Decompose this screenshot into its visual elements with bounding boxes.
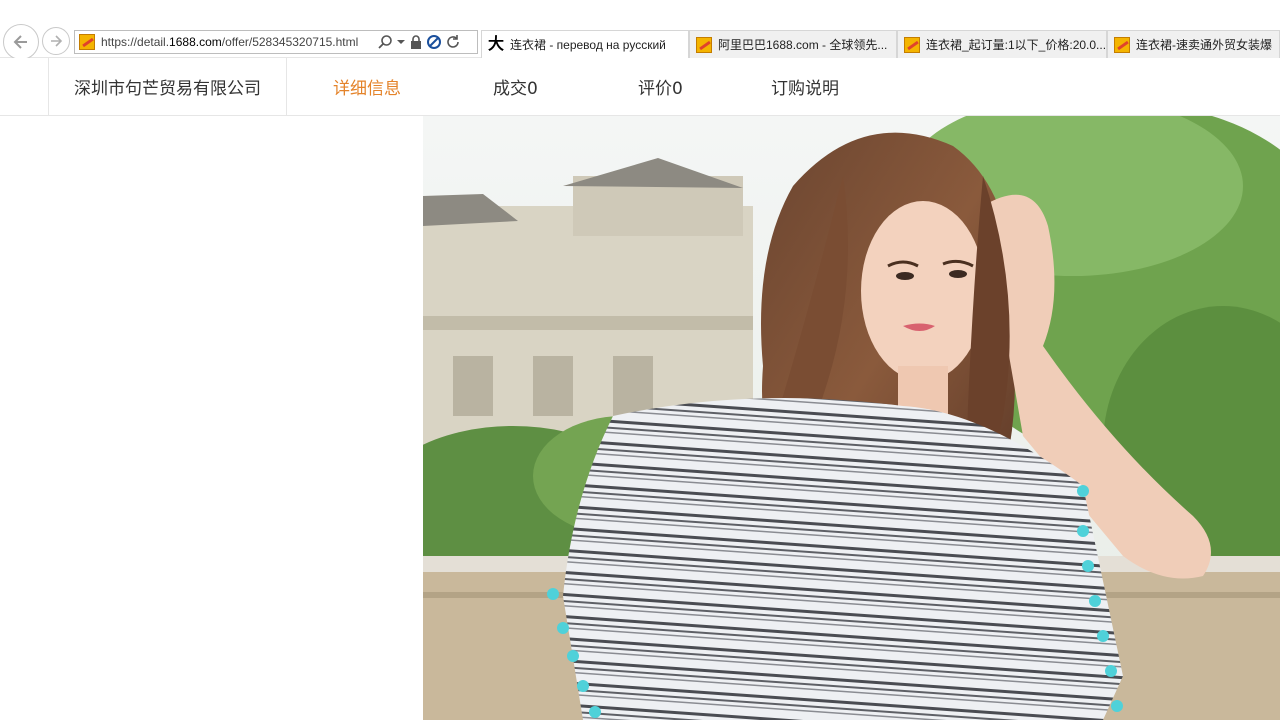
browser-tab-label: 阿里巴巴1688.com - 全球领先...: [718, 38, 888, 52]
browser-tab-label: 连衣裙_起订量:1以下_价格:20.0...: [926, 38, 1107, 52]
offer-nav-bar: 深圳市句芒贸易有限公司 详细信息 成交0 评价0 订购说明: [0, 58, 1280, 116]
browser-tab-dress-search[interactable]: 连衣裙_起订量:1以下_价格:20.0...: [897, 30, 1107, 58]
model-photo-drawing: [423, 116, 1280, 720]
forward-button[interactable]: [42, 27, 70, 55]
alibaba-favicon-icon: [1114, 36, 1130, 53]
alibaba-favicon-icon: [696, 36, 712, 53]
product-photo: [423, 116, 1280, 720]
tab-order-instructions[interactable]: 订购说明: [771, 58, 839, 115]
browser-chrome: https://detail.1688.com/offer/5283453207…: [0, 0, 1280, 60]
tab-details[interactable]: 详细信息: [333, 58, 401, 115]
browser-tab-label: 连衣裙 - перевод на русский: [510, 38, 666, 52]
browser-tab-alibaba[interactable]: 阿里巴巴1688.com - 全球领先...: [689, 30, 897, 58]
browser-tab-aliexpress-dress[interactable]: 连衣裙-速卖通外贸女装爆: [1107, 30, 1280, 58]
tab-reviews[interactable]: 评价0: [638, 58, 683, 115]
tab-transactions[interactable]: 成交0: [493, 58, 538, 115]
lock-icon[interactable]: [409, 34, 423, 50]
url-text[interactable]: https://detail.1688.com/offer/5283453207…: [101, 35, 373, 49]
tab-strip: 大 连衣裙 - перевод на русский 阿里巴巴1688.com …: [481, 30, 1280, 58]
dropdown-chevron-icon[interactable]: [396, 34, 406, 50]
translate-da-icon: 大: [488, 35, 505, 53]
refresh-icon[interactable]: [445, 34, 461, 50]
block-icon[interactable]: [426, 34, 442, 50]
arrow-left-icon: [13, 35, 27, 49]
back-button[interactable]: [3, 24, 39, 60]
company-name[interactable]: 深圳市句芒贸易有限公司: [48, 58, 287, 115]
browser-tab-label: 连衣裙-速卖通外贸女装爆: [1136, 38, 1272, 52]
browser-tab-translate[interactable]: 大 连衣裙 - перевод на русский: [481, 30, 689, 58]
search-icon[interactable]: [377, 34, 393, 50]
address-bar[interactable]: https://detail.1688.com/offer/5283453207…: [74, 30, 478, 54]
arrow-right-icon: [51, 35, 63, 47]
site-favicon-icon: [79, 34, 95, 50]
alibaba-favicon-icon: [904, 36, 920, 53]
